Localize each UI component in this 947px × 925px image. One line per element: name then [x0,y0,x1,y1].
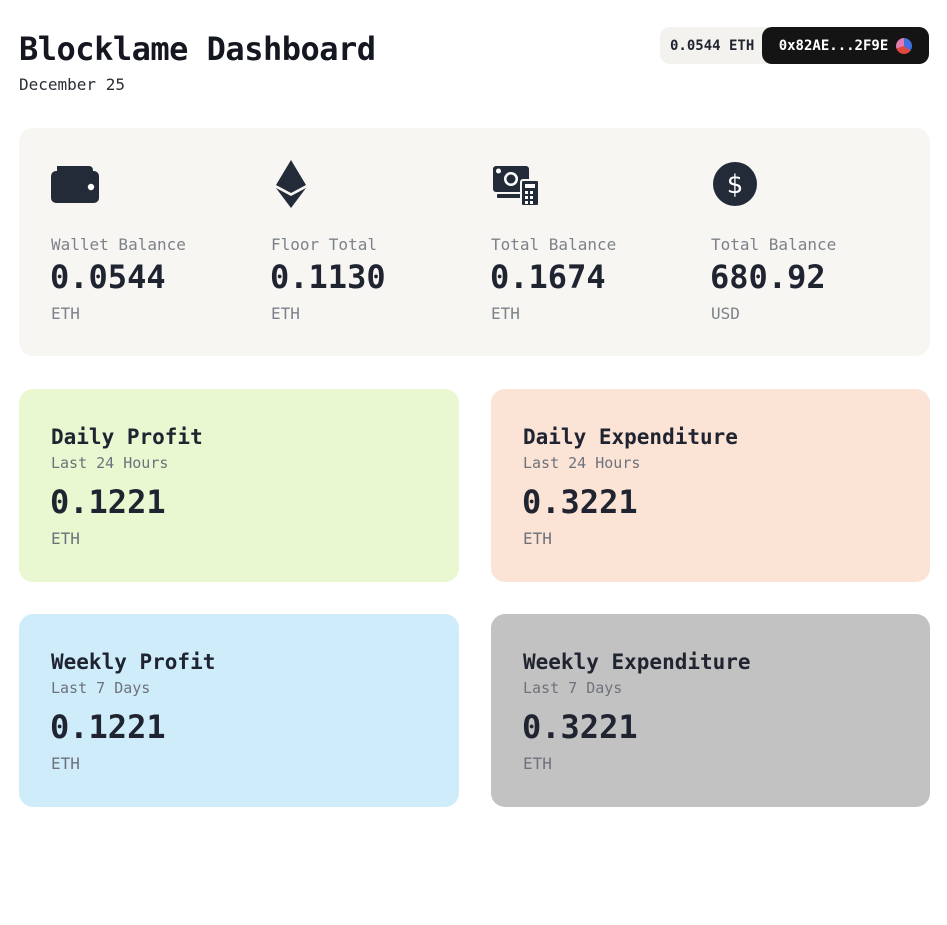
cash-calculator-icon [493,166,540,207]
card-daily-expenditure: Daily Expenditure Last 24 Hours 0.3221 E… [491,389,930,582]
stat-label: Wallet Balance [51,235,186,254]
ethereum-icon [276,160,306,208]
stat-unit: ETH [271,304,300,323]
stat-label: Floor Total [271,235,377,254]
card-value: 0.1221 [50,708,166,746]
stat-unit: ETH [491,304,520,323]
stat-value: 0.1674 [490,258,606,296]
stat-wallet-balance: Wallet Balance 0.0544 ETH [19,128,219,356]
stat-label: Total Balance [711,235,837,254]
wallet-avatar [896,37,913,54]
stat-value: 680.92 [710,258,826,296]
card-daily-profit: Daily Profit Last 24 Hours 0.1221 ETH [19,389,459,582]
stat-value: 0.1130 [270,258,386,296]
wallet-icon [51,166,99,203]
card-value: 0.1221 [50,483,166,521]
card-value: 0.3221 [522,483,638,521]
card-unit: ETH [523,529,552,548]
stat-label: Total Balance [491,235,617,254]
summary-panel: Wallet Balance 0.0544 ETH Floor Total 0.… [19,128,930,356]
stat-unit: ETH [51,304,80,323]
stat-total-balance-eth: Total Balance 0.1674 ETH [459,128,659,356]
card-title: Daily Expenditure [523,425,738,449]
card-subtitle: Last 7 Days [51,679,151,697]
card-unit: ETH [523,754,552,773]
card-weekly-profit: Weekly Profit Last 7 Days 0.1221 ETH [19,614,459,807]
dollar-icon: $ [713,162,757,206]
card-subtitle: Last 7 Days [523,679,623,697]
card-unit: ETH [51,529,80,548]
wallet-balance-chip: 0.0544 ETH [670,37,755,54]
wallet-address-button[interactable]: 0x82AE...2F9E [762,27,929,64]
page-title: Blocklame Dashboard [19,30,376,68]
card-title: Weekly Expenditure [523,650,751,674]
card-weekly-expenditure: Weekly Expenditure Last 7 Days 0.3221 ET… [491,614,930,807]
card-value: 0.3221 [522,708,638,746]
page-date: December 25 [19,75,125,94]
card-subtitle: Last 24 Hours [51,454,169,472]
stat-total-balance-usd: $ Total Balance 680.92 USD [679,128,879,356]
svg-text:$: $ [727,170,744,200]
card-subtitle: Last 24 Hours [523,454,641,472]
wallet-address: 0x82AE...2F9E [778,37,889,54]
card-title: Weekly Profit [51,650,216,674]
wallet-widget: 0.0544 ETH 0x82AE...2F9E [660,27,929,64]
stat-unit: USD [711,304,740,323]
stat-value: 0.0544 [50,258,166,296]
card-title: Daily Profit [51,425,203,449]
card-unit: ETH [51,754,80,773]
stat-floor-total: Floor Total 0.1130 ETH [239,128,439,356]
